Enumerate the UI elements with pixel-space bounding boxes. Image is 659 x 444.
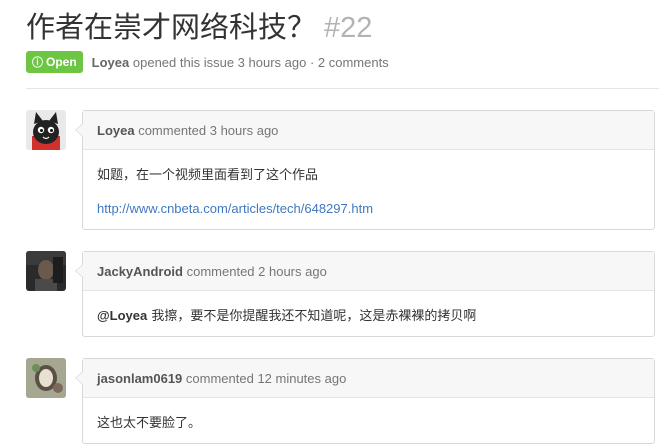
issue-number: #22	[324, 12, 373, 44]
comment-time: commented 12 minutes ago	[185, 370, 347, 386]
comment-box: JackyAndroid commented 2 hours ago @Loye…	[75, 251, 655, 337]
comment-header: jasonlam0619 commented 12 minutes ago	[83, 359, 654, 398]
comment-author[interactable]: JackyAndroid	[97, 264, 183, 279]
comment-text: 这也太不要脸了。	[97, 416, 202, 431]
comment-text: 如题，在一个视频里面看到了这个作品	[97, 168, 319, 183]
comment-text: 我擦，要不是你提醒我还不知道呢，这是赤裸裸的拷贝啊	[147, 309, 477, 324]
comment-author[interactable]: Loyea	[97, 123, 135, 138]
issue-meta: ⓘ Open Loyea opened this issue 3 hours a…	[26, 50, 389, 74]
comment-box: Loyea commented 3 hours ago 如题，在一个视频里面看到…	[75, 110, 655, 230]
state-badge: ⓘ Open	[26, 51, 83, 73]
comment-author[interactable]: jasonlam0619	[97, 371, 182, 386]
avatar[interactable]	[26, 358, 66, 398]
comment-time: commented 2 hours ago	[186, 263, 327, 279]
comment-time: commented 3 hours ago	[138, 122, 279, 138]
comment-link[interactable]: http://www.cnbeta.com/articles/tech/6482…	[97, 201, 373, 216]
avatar[interactable]	[26, 251, 66, 291]
cat-avatar-icon	[26, 110, 66, 150]
issue-header: 作者在崇才网络科技？ #22	[26, 4, 372, 46]
issue-meta-detail: opened this issue 3 hours ago · 2 commen…	[132, 54, 389, 70]
issue-title: 作者在崇才网络科技？	[26, 10, 317, 44]
issue-author-link[interactable]: Loyea	[92, 55, 130, 70]
mention-link[interactable]: @Loyea	[97, 308, 147, 323]
user-avatar-icon	[26, 358, 66, 398]
comment-box: jasonlam0619 commented 12 minutes ago 这也…	[75, 358, 655, 444]
issue-opened-icon: ⓘ	[32, 57, 43, 69]
comment-body: 这也太不要脸了。	[83, 398, 654, 443]
divider	[26, 88, 659, 89]
state-label: Open	[46, 55, 77, 69]
comment-header: Loyea commented 3 hours ago	[83, 111, 654, 150]
meta-text: Loyea opened this issue 3 hours ago · 2 …	[92, 55, 389, 70]
avatar[interactable]	[26, 110, 66, 150]
user-avatar-icon	[26, 251, 66, 291]
comment-header: JackyAndroid commented 2 hours ago	[83, 252, 654, 291]
comment-body: @Loyea 我擦，要不是你提醒我还不知道呢，这是赤裸裸的拷贝啊	[83, 291, 654, 336]
comment-body: 如题，在一个视频里面看到了这个作品 http://www.cnbeta.com/…	[83, 150, 654, 229]
